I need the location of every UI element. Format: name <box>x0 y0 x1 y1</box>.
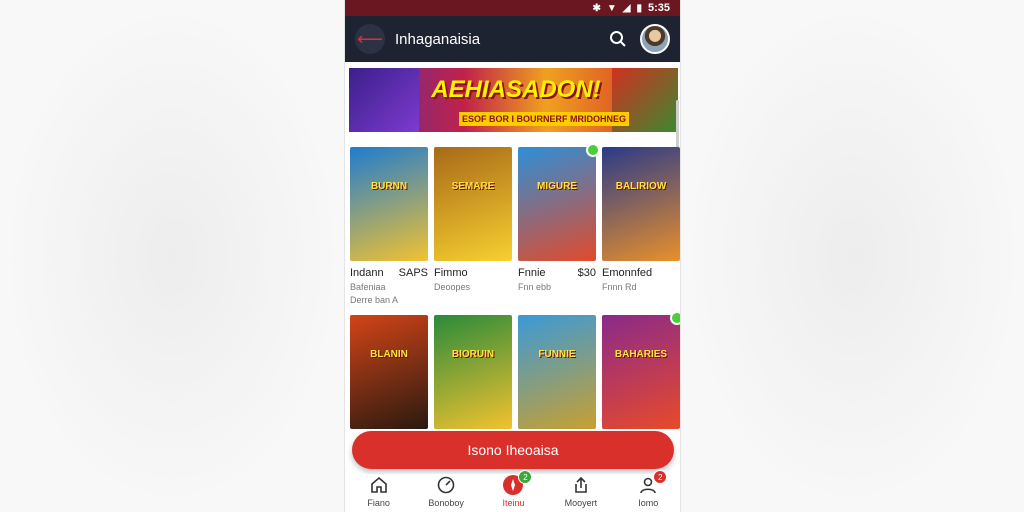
game-title: Emonnfed <box>602 267 653 279</box>
avatar[interactable] <box>640 24 670 54</box>
back-button[interactable]: ⟵ <box>355 24 385 54</box>
game-subtitle-2: Derre ban A <box>350 295 399 305</box>
game-grid-row-2: BLANIN BIORUIN FUNNIE BAHARIES <box>350 311 680 429</box>
game-card[interactable]: MIGURE Fnnie $30 Fnn ebb <box>518 143 600 305</box>
nav-label: Iteinu <box>502 498 525 508</box>
profile-icon: 2 <box>637 470 668 496</box>
status-bar: ✱ ▼ ◢ ▮ 5:35 <box>345 0 680 16</box>
game-poster: BURNN <box>350 147 428 261</box>
game-title: Fnnie <box>518 267 546 279</box>
poster-title: BLANIN <box>370 349 408 361</box>
dashboard-icon <box>435 474 457 496</box>
status-time: 5:35 <box>647 2 670 14</box>
poster-title: MIGURE <box>537 181 577 193</box>
game-poster: BLANIN <box>350 315 428 429</box>
games-icon: 2 <box>502 470 533 496</box>
game-extra: $30 <box>577 267 596 279</box>
share-icon <box>570 474 592 496</box>
game-grid-row-1: BURNN Indann SAPS Bafeniaa Derre ban A S… <box>350 143 680 305</box>
new-badge <box>586 143 600 157</box>
poster-title: BAHARIES <box>614 349 668 361</box>
game-card[interactable]: BAHARIES <box>602 311 680 429</box>
nav-item-dashboard[interactable]: Bonoboy <box>416 474 476 508</box>
game-card[interactable]: FUNNIE <box>518 315 596 429</box>
game-title-row: Fimmo <box>434 267 512 279</box>
bluetooth-icon: ✱ <box>592 2 601 14</box>
background-left <box>0 0 344 512</box>
search-icon <box>610 31 626 47</box>
game-poster: BALIRIOW <box>602 147 680 261</box>
nav-item-share[interactable]: Mooyert <box>551 474 611 508</box>
home-icon <box>368 474 390 496</box>
banner-art-left <box>349 68 419 132</box>
banner-title: AEHIASADON! <box>431 76 601 103</box>
game-card[interactable]: BIORUIN <box>434 315 512 429</box>
poster-title: BURNN <box>370 181 408 193</box>
app-title: Inhaganaisia <box>395 30 481 48</box>
battery-icon: ▮ <box>636 2 642 14</box>
poster-title: BIORUIN <box>451 349 495 361</box>
game-subtitle: Bafeniaa <box>350 282 386 292</box>
game-poster: MIGURE <box>518 147 596 261</box>
notification-badge: 2 <box>518 470 533 484</box>
poster-title: FUNNIE <box>538 349 576 361</box>
nav-item-home[interactable]: Fiano <box>349 474 409 508</box>
game-subtitle: Fnnn Rd <box>602 282 637 292</box>
poster-title: SEMARE <box>451 181 495 193</box>
game-subtitle: Deoopes <box>434 282 471 292</box>
promo-banner[interactable]: AEHIASADON! ESOF BOR I BOURNERF MRIDOHNE… <box>349 68 678 132</box>
wifi-icon: ▼ <box>606 2 617 14</box>
game-card[interactable]: BURNN Indann SAPS Bafeniaa Derre ban A <box>350 147 428 305</box>
nav-item-profile[interactable]: 2 Iomo <box>618 470 678 508</box>
game-card[interactable]: BALIRIOW Emonnfed Fnnn Rd <box>602 147 680 305</box>
signal-icon: ◢ <box>622 2 631 14</box>
primary-action-button[interactable]: Isono Iheoaisa <box>352 431 674 469</box>
banner-subtitle: ESOF BOR I BOURNERF MRIDOHNEG <box>459 112 629 126</box>
game-card[interactable]: BLANIN <box>350 315 428 429</box>
search-button[interactable] <box>604 25 632 53</box>
nav-label: Mooyert <box>564 498 598 508</box>
back-arrow-icon: ⟵ <box>357 28 383 49</box>
game-title-row: Emonnfed <box>602 267 680 279</box>
game-title: Fimmo <box>434 267 468 279</box>
app-bar: ⟵ Inhaganaisia <box>345 16 680 62</box>
background-right <box>681 0 1024 512</box>
game-poster: BAHARIES <box>602 315 680 429</box>
new-badge <box>670 311 680 325</box>
nav-item-games[interactable]: 2 Iteinu <box>483 470 543 508</box>
game-poster: FUNNIE <box>518 315 596 429</box>
game-title: Indann <box>350 267 384 279</box>
game-poster: SEMARE <box>434 147 512 261</box>
poster-title: BALIRIOW <box>615 181 667 193</box>
game-title-row: Fnnie $30 <box>518 267 596 279</box>
game-title-row: Indann SAPS <box>350 267 428 279</box>
game-extra: SAPS <box>398 267 428 279</box>
game-subtitle: Fnn ebb <box>518 282 552 292</box>
notification-badge: 2 <box>653 470 668 484</box>
game-poster: BIORUIN <box>434 315 512 429</box>
nav-label: Bonoboy <box>428 498 464 508</box>
nav-label: Fiano <box>367 498 390 508</box>
game-card[interactable]: SEMARE Fimmo Deoopes <box>434 147 512 305</box>
nav-label: Iomo <box>638 498 659 508</box>
phone-screen: ✱ ▼ ◢ ▮ 5:35 ⟵ Inhaganaisia AEHIASADON! … <box>344 0 681 512</box>
bottom-nav: Fiano Bonoboy 2 Iteinu Mooyert 2 Iomo <box>345 470 680 512</box>
